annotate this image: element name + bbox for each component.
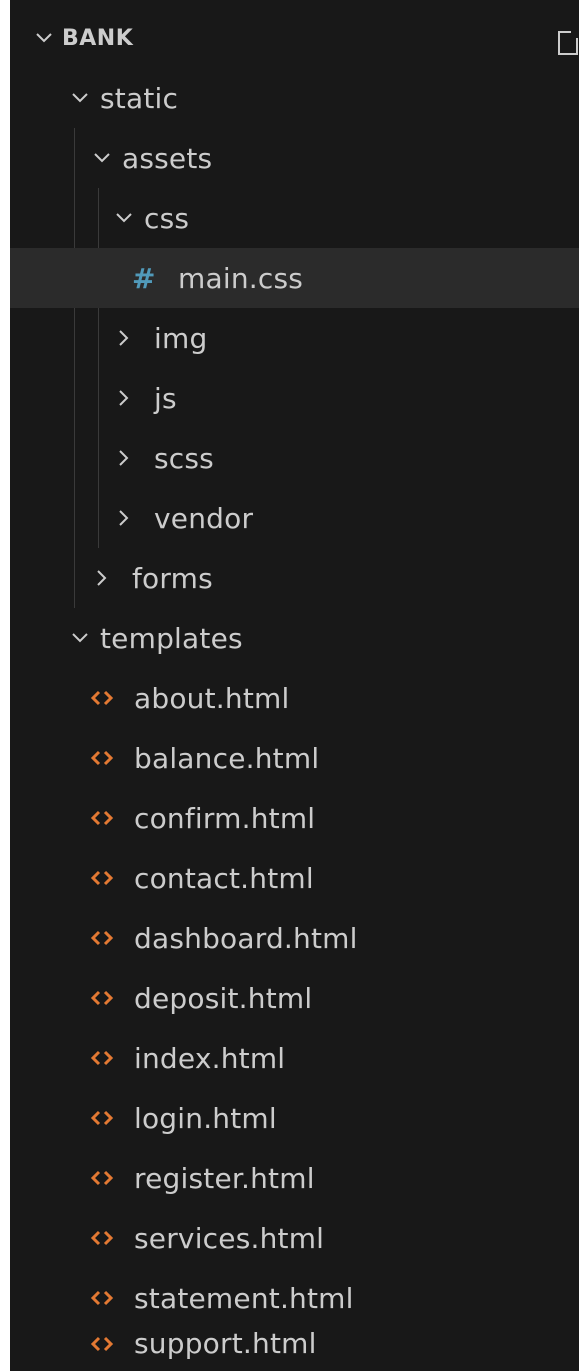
css-file-icon: # — [132, 261, 156, 295]
tree-file-main-css[interactable]: # main.css — [10, 248, 579, 308]
html-file-icon — [90, 868, 120, 888]
tree-folder-scss[interactable]: scss — [10, 428, 579, 488]
file-label: about.html — [134, 681, 290, 715]
tree-folder-forms[interactable]: forms — [10, 548, 579, 608]
file-label: support.html — [134, 1327, 317, 1360]
folder-label: templates — [100, 621, 243, 655]
file-label: services.html — [134, 1221, 325, 1255]
html-file-icon — [90, 988, 120, 1008]
tree-file-html[interactable]: services.html — [10, 1208, 579, 1268]
root-folder-label: BANK — [62, 25, 134, 51]
file-label: main.css — [178, 261, 304, 295]
chevron-right-icon — [112, 326, 136, 350]
folder-label: assets — [122, 141, 213, 175]
tree-file-html[interactable]: dashboard.html — [10, 908, 579, 968]
file-label: confirm.html — [134, 801, 316, 835]
tree-root-bank[interactable]: BANK — [10, 8, 579, 68]
folder-label: img — [154, 321, 208, 355]
chevron-down-icon — [32, 26, 56, 50]
tree-file-html[interactable]: balance.html — [10, 728, 579, 788]
html-file-icon — [90, 1108, 120, 1128]
file-explorer: BANK static assets css # main.css img js… — [10, 0, 579, 1371]
chevron-right-icon — [112, 446, 136, 470]
new-file-icon[interactable] — [557, 30, 579, 56]
chevron-right-icon — [112, 506, 136, 530]
html-file-icon — [90, 1048, 120, 1068]
file-label: login.html — [134, 1101, 277, 1135]
file-label: register.html — [134, 1161, 315, 1195]
tree-file-html[interactable]: contact.html — [10, 848, 579, 908]
tree-file-html[interactable]: register.html — [10, 1148, 579, 1208]
file-label: deposit.html — [134, 981, 313, 1015]
folder-label: forms — [132, 561, 213, 595]
folder-label: vendor — [154, 501, 254, 535]
tree-file-html[interactable]: index.html — [10, 1028, 579, 1088]
chevron-down-icon — [68, 626, 92, 650]
html-file-icon — [90, 1168, 120, 1188]
window-edge — [0, 0, 10, 1371]
chevron-right-icon — [90, 566, 114, 590]
html-file-icon — [90, 1288, 120, 1308]
folder-label: js — [154, 381, 177, 415]
file-label: dashboard.html — [134, 921, 358, 955]
html-file-icon — [90, 808, 120, 828]
html-file-icon — [90, 1334, 120, 1354]
html-file-icon — [90, 748, 120, 768]
tree-folder-css[interactable]: css — [10, 188, 579, 248]
tree-folder-assets[interactable]: assets — [10, 128, 579, 188]
tree-file-html[interactable]: about.html — [10, 668, 579, 728]
tree-folder-img[interactable]: img — [10, 308, 579, 368]
tree-folder-js[interactable]: js — [10, 368, 579, 428]
folder-label: scss — [154, 441, 214, 475]
html-file-icon — [90, 688, 120, 708]
file-label: index.html — [134, 1041, 286, 1075]
tree-file-html[interactable]: login.html — [10, 1088, 579, 1148]
tree-file-html[interactable]: confirm.html — [10, 788, 579, 848]
tree-folder-static[interactable]: static — [10, 68, 579, 128]
file-label: balance.html — [134, 741, 320, 775]
chevron-down-icon — [68, 86, 92, 110]
chevron-down-icon — [112, 206, 136, 230]
html-file-icon — [90, 928, 120, 948]
chevron-down-icon — [90, 146, 114, 170]
folder-label: static — [100, 81, 179, 115]
tree-folder-vendor[interactable]: vendor — [10, 488, 579, 548]
html-file-icon — [90, 1228, 120, 1248]
tree-file-html[interactable]: support.html — [10, 1316, 579, 1371]
tree-folder-templates[interactable]: templates — [10, 608, 579, 668]
file-label: statement.html — [134, 1281, 354, 1315]
chevron-right-icon — [112, 386, 136, 410]
folder-label: css — [144, 201, 190, 235]
tree-file-html[interactable]: deposit.html — [10, 968, 579, 1028]
file-label: contact.html — [134, 861, 314, 895]
